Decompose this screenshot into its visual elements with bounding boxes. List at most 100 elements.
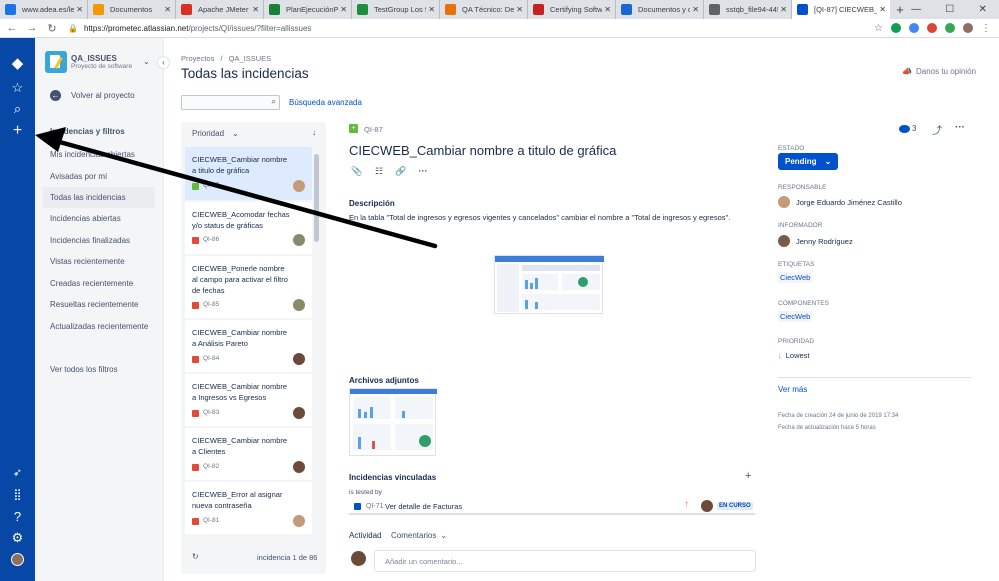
feedback-button[interactable]: 📣 Danos tu opinión: [902, 67, 976, 76]
browser-tab[interactable]: PlanEjecuciónPrue✕: [264, 0, 352, 19]
project-name[interactable]: QA_ISSUES: [71, 54, 117, 63]
issue-title[interactable]: CIECWEB_Cambiar nombre a titulo de gráfi…: [349, 143, 616, 158]
tab-close-icon[interactable]: ✕: [252, 5, 259, 14]
minimize-icon[interactable]: —: [911, 4, 921, 15]
browser-tab[interactable]: Documentos ✕: [88, 0, 176, 19]
back-icon[interactable]: ←: [4, 22, 20, 34]
priority-field[interactable]: ↓ Lowest: [778, 351, 810, 360]
browser-tab[interactable]: TestGroup Los 9 E✕: [352, 0, 440, 19]
sort-direction-icon[interactable]: ↓: [312, 128, 316, 137]
maximize-icon[interactable]: ☐: [945, 4, 954, 15]
linked-issue-key[interactable]: QI-71: [366, 503, 384, 510]
menu-icon[interactable]: ⋮: [981, 23, 991, 34]
search-icon[interactable]: ⌕: [0, 101, 35, 117]
create-icon[interactable]: +: [0, 122, 35, 140]
sort-dropdown[interactable]: Prioridad ⌄: [192, 129, 239, 138]
close-icon[interactable]: ✕: [978, 4, 986, 15]
breadcrumb-projects[interactable]: Proyectos: [181, 54, 214, 63]
settings-gear-icon[interactable]: ⚙: [0, 530, 35, 546]
more-actions-icon[interactable]: ···: [415, 166, 431, 180]
tab-close-icon[interactable]: ✕: [780, 5, 787, 14]
list-item[interactable]: CIECWEB_Cambiar nombre a Clientes QI-82: [185, 428, 312, 480]
list-item[interactable]: CIECWEB_Error al asignar nueva contraseñ…: [185, 482, 312, 534]
extension-icon[interactable]: [909, 22, 919, 33]
tab-close-icon[interactable]: ✕: [879, 5, 886, 14]
subtask-icon[interactable]: ☷: [371, 166, 387, 180]
description-screenshot[interactable]: [494, 255, 604, 314]
advanced-search-link[interactable]: Búsqueda avanzada: [289, 98, 362, 107]
megaphone-icon: 📣: [902, 67, 912, 76]
search-input[interactable]: ⌕: [181, 95, 280, 110]
tab-close-icon[interactable]: ✕: [164, 5, 171, 14]
show-more-link[interactable]: Ver más: [778, 385, 807, 394]
tab-close-icon[interactable]: ✕: [604, 5, 611, 14]
status-dropdown[interactable]: Pending ⌄: [778, 153, 838, 170]
attach-icon[interactable]: 📎: [349, 166, 365, 180]
description-text[interactable]: En la tabla "Total de ingresos y egresos…: [349, 213, 730, 222]
help-icon[interactable]: ?: [0, 509, 35, 524]
issue-key-link[interactable]: QI-87: [364, 125, 383, 134]
browser-tab[interactable]: www.adea.es/legal✕: [0, 0, 88, 19]
user-avatar[interactable]: [11, 553, 24, 566]
breadcrumb-project[interactable]: QA_ISSUES: [229, 54, 272, 63]
tab-close-icon[interactable]: ✕: [428, 5, 435, 14]
link-icon[interactable]: 🔗: [393, 166, 409, 180]
tab-close-icon[interactable]: ✕: [516, 5, 523, 14]
add-link-icon[interactable]: +: [745, 470, 751, 482]
bookmark-star-icon[interactable]: ☆: [874, 23, 883, 34]
chevron-down-icon[interactable]: ⌄: [143, 57, 150, 66]
linked-issue-row[interactable]: QI-71 Ver detalle de Facturas ↑ EN CURSO: [349, 498, 755, 515]
star-icon[interactable]: ☆: [0, 80, 35, 96]
reload-icon[interactable]: ↻: [44, 22, 60, 35]
list-item[interactable]: CIECWEB_Cambiar nombre a titulo de gráfi…: [185, 147, 312, 200]
browser-tab[interactable]: Apache JMeter - D✕: [176, 0, 264, 19]
more-icon[interactable]: ···: [955, 122, 965, 133]
filter-avisadas-por-mi[interactable]: Avisadas por mí: [43, 166, 155, 187]
filter-incidencias-finalizadas[interactable]: Incidencias finalizadas: [43, 230, 155, 251]
browser-tab[interactable]: Documentos y de✕: [616, 0, 704, 19]
back-to-project-link[interactable]: ← Volver al proyecto: [50, 90, 135, 101]
list-scrollbar[interactable]: [314, 154, 319, 242]
comment-input[interactable]: Añadir un comentario...: [374, 550, 756, 572]
share-icon[interactable]: ⤴: [932, 122, 942, 137]
watchers-button[interactable]: 3: [899, 124, 916, 133]
address-bar[interactable]: 🔒 https://prometec.atlassian.net/project…: [68, 21, 866, 36]
filter-incidencias-abiertas[interactable]: Incidencias abiertas: [43, 208, 155, 229]
linked-issue-summary[interactable]: Ver detalle de Facturas: [385, 502, 462, 511]
browser-tab[interactable]: sstqb_file94-4453✕: [704, 0, 792, 19]
filter-resueltas-recientemente[interactable]: Resueltas recientemente: [43, 294, 155, 315]
list-item[interactable]: CIECWEB_Cambiar nombre a Análisis Pareto…: [185, 320, 312, 372]
list-item[interactable]: CIECWEB_Ponerle nombre al campo para act…: [185, 256, 312, 318]
tab-close-icon[interactable]: ✕: [76, 5, 83, 14]
assignee-field[interactable]: Jorge Eduardo Jiménez Castillo: [778, 196, 902, 208]
forward-icon[interactable]: →: [24, 22, 40, 34]
extension-icon[interactable]: [927, 22, 937, 33]
rocket-icon[interactable]: ➶: [0, 466, 35, 479]
view-all-filters-link[interactable]: Ver todos los filtros: [43, 359, 155, 380]
activity-filter-dropdown[interactable]: Comentarios ⌄: [391, 531, 447, 540]
browser-tab[interactable]: [QI-87] CIECWEB_ ✕: [792, 0, 890, 19]
app-switcher-icon[interactable]: ⣿: [0, 488, 35, 501]
reporter-field[interactable]: Jenny Rodríguez: [778, 235, 853, 247]
label-lozenge[interactable]: CiecWeb: [778, 272, 813, 283]
tab-close-icon[interactable]: ✕: [692, 5, 699, 14]
filter-vistas-recientemente[interactable]: Vistas recientemente: [43, 251, 155, 272]
filter-mis-incidencias-abiertas[interactable]: Mis incidencias abiertas: [43, 144, 155, 165]
component-lozenge[interactable]: CiecWeb: [778, 311, 813, 322]
filter-actualizadas-recientemente[interactable]: Actualizadas recientemente: [43, 316, 155, 337]
browser-tab[interactable]: QA Técnico: Defini✕: [440, 0, 528, 19]
list-item[interactable]: CIECWEB_Cambiar nombre a Ingresos vs Egr…: [185, 374, 312, 426]
extension-icon[interactable]: [891, 22, 901, 33]
jira-logo-icon[interactable]: ◆: [0, 54, 35, 72]
browser-tab[interactable]: Certifying Softwar✕: [528, 0, 616, 19]
project-type: Proyecto de software: [71, 63, 133, 70]
list-item[interactable]: CIECWEB_Acomodar fechas y/o status de gr…: [185, 202, 312, 254]
profile-avatar[interactable]: [963, 22, 973, 33]
filter-creadas-recientemente[interactable]: Creadas recientemente: [43, 273, 155, 294]
extension-icon[interactable]: [945, 22, 955, 33]
collapse-sidebar-button[interactable]: ‹: [157, 56, 170, 69]
attachment-thumbnail[interactable]: [349, 388, 437, 456]
refresh-icon[interactable]: ↻: [192, 552, 199, 561]
tab-close-icon[interactable]: ✕: [340, 5, 347, 14]
filter-todas-las-incidencias[interactable]: Todas las incidencias: [43, 187, 155, 208]
